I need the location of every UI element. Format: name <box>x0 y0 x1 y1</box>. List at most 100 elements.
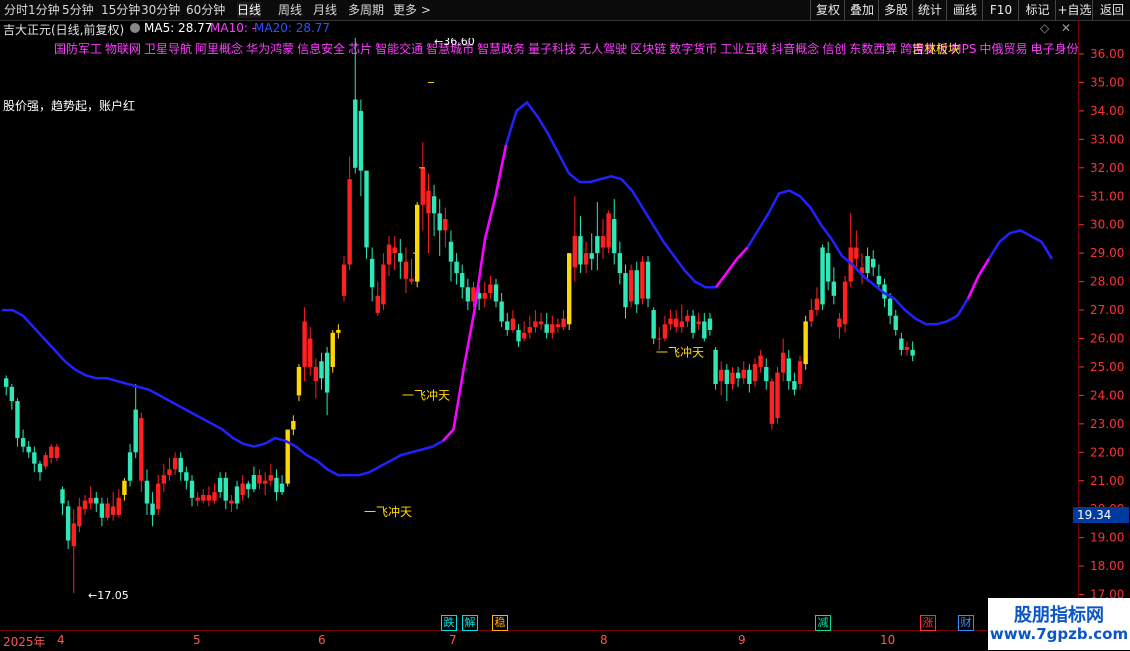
candle-body <box>685 315 690 322</box>
toolbar-button[interactable]: 画线 <box>946 0 983 20</box>
candle <box>510 310 516 333</box>
candle <box>899 332 904 356</box>
candle <box>606 210 611 254</box>
candle-body <box>516 329 521 342</box>
period-tab[interactable]: 60分钟 <box>186 2 225 18</box>
toolbar-button[interactable]: 统计 <box>912 0 947 20</box>
candle <box>353 38 358 174</box>
axis-tick-label: 32.00 <box>1090 161 1124 175</box>
toolbar-button[interactable]: 多股 <box>878 0 913 20</box>
candle-body <box>820 247 825 305</box>
candle-body <box>454 261 459 274</box>
kline-chart[interactable]: 36.00 35.00 34.00 33.00 32.00 31.00 30.00 29.00… <box>0 38 1130 630</box>
candle <box>538 312 544 330</box>
toolbar-button[interactable]: 标记 <box>1018 0 1056 20</box>
candle-body <box>88 497 93 504</box>
signal-label: 一飞冲天 <box>364 504 412 519</box>
title-bar: 吉大正元(日线,前复权) MA5: 28.77 MA10: - MA20: 28… <box>0 20 1130 38</box>
ma10-label: MA10: - <box>210 21 257 35</box>
period-tab[interactable]: 日线 <box>237 2 262 18</box>
candle-body <box>172 457 178 470</box>
candle-body <box>628 270 634 302</box>
signal-badge: 解 <box>462 615 478 631</box>
candle-body <box>893 315 898 330</box>
signal-badge: 稳 <box>492 615 508 631</box>
candle <box>600 219 606 259</box>
candle-body <box>741 369 746 379</box>
candle <box>71 509 76 594</box>
candle-body <box>521 332 527 339</box>
candle <box>262 472 268 495</box>
candle <box>505 312 510 336</box>
candle <box>673 310 679 333</box>
candle <box>319 352 324 390</box>
settings-gear-icon[interactable] <box>130 23 140 33</box>
month-label: 5 <box>193 633 201 647</box>
candle <box>719 361 724 396</box>
candle <box>831 267 837 305</box>
close-icon[interactable]: ✕ <box>1061 21 1071 35</box>
period-tab[interactable]: 月线 <box>313 2 337 18</box>
candle <box>116 489 121 518</box>
period-tab[interactable]: 分时 <box>4 2 28 18</box>
candle <box>690 310 696 339</box>
candle <box>871 250 876 276</box>
candle <box>426 173 431 254</box>
candle-body <box>4 378 9 387</box>
candle <box>764 358 769 390</box>
candle <box>595 201 600 271</box>
candle-body <box>184 472 189 481</box>
candle-body <box>71 523 76 547</box>
candle-body <box>567 253 572 325</box>
candle <box>32 446 37 473</box>
candle <box>820 244 825 311</box>
candle-body <box>792 381 797 390</box>
candle <box>341 255 347 302</box>
candle <box>172 452 178 476</box>
candle-body <box>268 475 274 481</box>
settings-diamond-icon[interactable]: ◇ <box>1040 21 1049 35</box>
toolbar-button[interactable]: F10 <box>982 0 1019 20</box>
candle-body <box>178 457 183 473</box>
candle-body <box>414 204 420 282</box>
candle-body <box>20 438 26 447</box>
candle <box>127 443 133 487</box>
candle <box>910 341 915 362</box>
period-tab[interactable]: 更多 > <box>393 2 431 18</box>
axis-tick-label: 30.00 <box>1090 218 1124 232</box>
candle-body <box>803 321 808 365</box>
toolbar-button[interactable]: 返回 <box>1092 0 1130 20</box>
candle-body <box>420 167 426 205</box>
period-tab[interactable]: 30分钟 <box>141 2 180 18</box>
candle <box>409 258 414 285</box>
month-label: 6 <box>318 633 326 647</box>
candle-body <box>319 361 324 379</box>
month-label: 9 <box>738 633 746 647</box>
candle <box>713 347 718 390</box>
period-tab[interactable]: 1分钟 <box>28 2 60 18</box>
candle-body <box>696 321 701 325</box>
period-tab[interactable]: 15分钟 <box>101 2 140 18</box>
candle <box>662 315 668 342</box>
candle <box>583 241 589 274</box>
period-tab[interactable]: 5分钟 <box>62 2 94 18</box>
watermark-url: www.7gpzb.com <box>989 625 1129 643</box>
candle-body <box>398 253 403 262</box>
candle <box>99 497 105 527</box>
period-tab[interactable]: 周线 <box>278 2 302 18</box>
period-tab[interactable]: 多周期 <box>348 2 384 18</box>
toolbar-button[interactable]: 复权 <box>810 0 845 20</box>
candle-body <box>572 236 578 268</box>
candle <box>105 497 110 521</box>
candle <box>122 477 127 501</box>
candle-body <box>713 349 718 385</box>
toolbar-button[interactable]: 叠加 <box>844 0 879 20</box>
toolbar-button[interactable]: +自选 <box>1055 0 1093 20</box>
ma-line-highlight <box>442 144 991 442</box>
axis-tick-label: 28.00 <box>1090 275 1124 289</box>
candle-body <box>189 480 195 498</box>
candle <box>482 281 487 308</box>
candle <box>184 466 189 490</box>
signal-badge: 减 <box>815 615 831 631</box>
candle <box>769 378 775 430</box>
